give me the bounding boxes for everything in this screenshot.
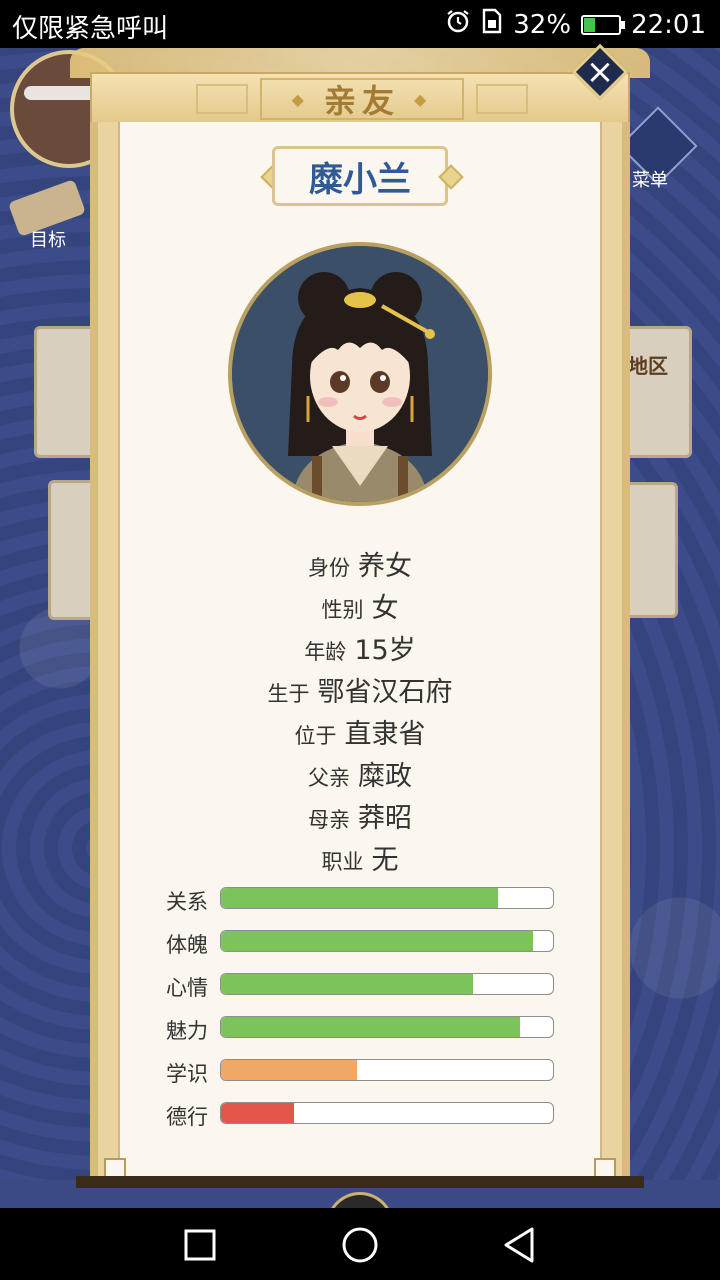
info-label: 父亲 [308, 766, 350, 790]
info-label: 身份 [308, 556, 350, 580]
info-label: 生于 [267, 682, 310, 706]
background-card-right [624, 326, 692, 458]
info-value: 莽昭 [358, 803, 412, 834]
info-label: 职业 [321, 850, 364, 874]
back-icon[interactable] [496, 1222, 544, 1268]
stat-label-physique: 体魄 [166, 933, 208, 957]
dialog-title: 亲友 [323, 82, 400, 120]
status-bar: 仅限紧急呼叫 32% 22:01 [0, 0, 720, 48]
stat-bar-charm [220, 1016, 554, 1038]
home-icon[interactable] [336, 1222, 384, 1268]
character-name: 糜小兰 [309, 159, 411, 200]
info-label: 位于 [294, 724, 337, 748]
info-row-father: 父亲 糜政 [118, 754, 602, 793]
stat-bar-knowledge [220, 1059, 554, 1081]
info-row-location: 位于 直隶省 [118, 712, 602, 751]
info-row-birthplace: 生于 鄂省汉石府 [118, 670, 602, 709]
info-value: 直隶省 [344, 719, 426, 750]
info-value: 女 [371, 593, 399, 624]
background-card-right-2 [624, 482, 678, 618]
info-row-mother: 母亲 莽昭 [118, 796, 602, 835]
clock: 22:01 [631, 9, 706, 40]
stat-label-mood: 心情 [166, 976, 208, 1000]
stat-label-charm: 魅力 [166, 1019, 208, 1043]
stat-bar-relationship [220, 887, 554, 909]
close-icon[interactable]: × [580, 52, 620, 92]
goal-label[interactable]: 目标 [30, 226, 66, 252]
stat-label-relationship: 关系 [166, 890, 208, 914]
carrier-text: 仅限紧急呼叫 [12, 14, 169, 44]
dialog-bottom-rail [76, 1176, 644, 1188]
alarm-icon [445, 8, 471, 41]
battery-percent: 32% [513, 9, 572, 40]
stat-bar-mood [220, 973, 554, 995]
info-value: 鄂省汉石府 [317, 677, 453, 708]
info-value: 15岁 [354, 635, 416, 666]
info-row-identity: 身份 养女 [118, 544, 602, 583]
info-value: 糜政 [358, 761, 412, 792]
header-ornament-right [476, 84, 528, 114]
dialog-title-plate: ◆ 亲友 ◆ [260, 78, 464, 120]
stat-fill [221, 1060, 358, 1080]
stat-label-virtue: 德行 [166, 1105, 208, 1129]
info-row-age: 年龄 15岁 [118, 628, 602, 667]
region-label[interactable]: 地区 [628, 350, 668, 379]
stat-fill [221, 1017, 520, 1037]
info-value: 无 [371, 845, 399, 876]
dialog-header: ◆ 亲友 ◆ [90, 72, 630, 124]
info-label: 性别 [321, 598, 364, 622]
character-portrait [228, 242, 492, 506]
info-value: 养女 [358, 551, 412, 582]
stat-fill [221, 1103, 295, 1123]
header-ornament-left [196, 84, 248, 114]
navigation-bar [0, 1208, 720, 1280]
info-row-gender: 性别女 [118, 586, 602, 625]
battery-charging-icon [581, 14, 626, 35]
stat-fill [221, 974, 474, 994]
sim-card-icon [481, 8, 503, 41]
stat-fill [221, 888, 499, 908]
stat-bar-physique [220, 930, 554, 952]
info-label: 年龄 [304, 640, 347, 664]
stat-label-knowledge: 学识 [166, 1062, 208, 1086]
stat-bar-virtue [220, 1102, 554, 1124]
recent-apps-icon[interactable] [176, 1222, 224, 1268]
menu-label[interactable]: 菜单 [632, 166, 668, 192]
character-name-plate: 糜小兰 [272, 146, 448, 206]
info-label: 母亲 [308, 808, 350, 832]
info-row-occupation: 职业无 [118, 838, 602, 877]
stat-fill [221, 931, 534, 951]
